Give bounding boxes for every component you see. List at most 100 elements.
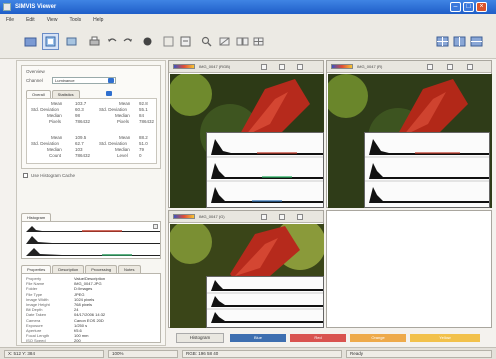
tab-red[interactable]: Red	[290, 334, 346, 342]
stat-value: 84	[139, 113, 145, 118]
compare-button[interactable]	[234, 33, 251, 50]
pane-btn-c[interactable]	[297, 64, 303, 70]
status-message: Ready	[346, 350, 492, 358]
print-button[interactable]	[86, 33, 103, 50]
properties-list: Property Value/Description File Name IMG_00…	[21, 273, 161, 343]
stat-label: Median	[47, 113, 62, 118]
minimize-button[interactable]: –	[450, 2, 461, 12]
fit-button[interactable]	[160, 33, 177, 50]
menu-tools[interactable]: Tools	[69, 17, 81, 23]
stat-label: Median	[115, 147, 130, 152]
tab-processing[interactable]: Processing	[85, 265, 118, 273]
pane-btn-c[interactable]	[297, 214, 303, 220]
histogram-cache-label: Use Histogram Cache	[31, 173, 76, 178]
overview-title: Overview	[26, 69, 45, 74]
close-button[interactable]: ×	[476, 2, 487, 12]
image-view[interactable]	[328, 74, 492, 208]
menu-view[interactable]: View	[47, 17, 58, 23]
stat-value: 51.0	[139, 141, 148, 146]
image-pane-empty[interactable]	[326, 210, 492, 328]
menu-file[interactable]: File	[6, 17, 14, 23]
stat-value: 786432	[75, 119, 91, 124]
tab-blue[interactable]: Blue	[230, 334, 286, 342]
histogram-cache-checkbox[interactable]	[23, 173, 28, 178]
menu-bar: File Edit View Tools Help	[0, 14, 496, 25]
status-zoom: 100%	[108, 350, 178, 358]
pointer-button[interactable]	[42, 33, 59, 50]
stat-label: Median	[115, 113, 130, 118]
image-pane-rgb[interactable]: IMG_0047 (RGB)	[168, 60, 324, 208]
tab-histogram-bottom[interactable]: Histogram	[176, 333, 224, 343]
stat-label: Std. Deviation	[31, 141, 60, 146]
status-pixel-value: RGB: 196 58 40	[182, 350, 342, 358]
menu-edit[interactable]: Edit	[26, 17, 35, 23]
layout-single-button[interactable]	[468, 33, 485, 50]
print-icon	[89, 36, 100, 46]
stats-dropdown-icon[interactable]	[106, 91, 112, 96]
app-icon	[3, 3, 11, 11]
tab-properties[interactable]: Properties	[21, 265, 52, 273]
stat-value: 55.1	[139, 107, 148, 112]
undo-icon	[108, 38, 117, 42]
stat-label: Median	[47, 147, 62, 152]
pane-btn-a[interactable]	[261, 64, 267, 70]
search-zoom-button[interactable]	[198, 33, 215, 50]
tab-statistics[interactable]: Statistics	[51, 90, 80, 98]
stat-value: 103.7	[75, 101, 87, 106]
stat-label: Level	[117, 153, 128, 158]
pane-btn-b[interactable]	[447, 64, 453, 70]
zoom-icon	[180, 36, 191, 47]
histogram-overlay	[206, 132, 324, 208]
crop-icon	[66, 37, 77, 46]
maximize-button[interactable]: □	[463, 2, 474, 12]
pane-label: IMG_0047 (R)	[357, 64, 383, 69]
pointer-icon	[45, 36, 56, 47]
pane-btn-a[interactable]	[261, 214, 267, 220]
window-title: SIMVIS Viewer	[15, 4, 57, 10]
histogram-preview	[21, 221, 161, 259]
tab-orange[interactable]: Orange	[350, 334, 406, 342]
layout-split-button[interactable]	[451, 33, 468, 50]
pane-btn-c[interactable]	[467, 64, 473, 70]
stat-label: Std. Deviation	[99, 107, 128, 112]
pane-header: IMG_0047 (RGB)	[169, 61, 323, 73]
tab-overall[interactable]: Overall	[26, 90, 51, 98]
stat-value: 786432	[75, 153, 91, 158]
image-view[interactable]	[170, 224, 324, 328]
image-view[interactable]	[170, 74, 324, 208]
property-row[interactable]: ISO Speed 200	[26, 338, 160, 343]
pane-btn-a[interactable]	[427, 64, 433, 70]
measure-button[interactable]	[216, 33, 233, 50]
pane-btn-b[interactable]	[279, 214, 285, 220]
tab-description[interactable]: Description	[52, 265, 85, 273]
stat-label: Mean	[119, 101, 131, 106]
stat-value: 79	[139, 147, 145, 152]
tab-yellow[interactable]: Yellow	[410, 334, 480, 342]
property-key: ISO Speed	[26, 338, 46, 343]
channel-select[interactable]: Luminance	[52, 77, 116, 84]
histogram-expand-icon[interactable]	[153, 224, 158, 229]
fit-icon	[163, 36, 174, 47]
property-value: 200	[74, 338, 81, 343]
pane-btn-b[interactable]	[279, 64, 285, 70]
crop-button[interactable]	[63, 33, 80, 50]
status-coordinates: X: 512 Y: 384	[4, 350, 104, 358]
stat-label: Mean	[119, 135, 131, 140]
channel-dropdown-icon[interactable]	[108, 78, 114, 83]
grid-button[interactable]	[250, 33, 267, 50]
redo-button[interactable]	[119, 33, 136, 50]
layout-grid-button[interactable]	[434, 33, 451, 50]
image-pane-green[interactable]: IMG_0047 (G)	[168, 210, 324, 328]
stat-label: Count	[49, 153, 62, 158]
tab-histogram[interactable]: Histogram	[21, 213, 52, 221]
tab-notes[interactable]: Notes	[118, 265, 141, 273]
histogram-preview-graphic	[26, 226, 160, 256]
pan-button[interactable]	[139, 33, 156, 50]
image-pane-red[interactable]: IMG_0047 (R)	[326, 60, 492, 208]
layout-split-icon	[453, 36, 466, 47]
menu-help[interactable]: Help	[93, 17, 103, 23]
open-button[interactable]	[22, 33, 39, 50]
zoom-button[interactable]	[177, 33, 194, 50]
stat-value: 103	[75, 147, 83, 152]
stat-label: Mean	[51, 101, 63, 106]
